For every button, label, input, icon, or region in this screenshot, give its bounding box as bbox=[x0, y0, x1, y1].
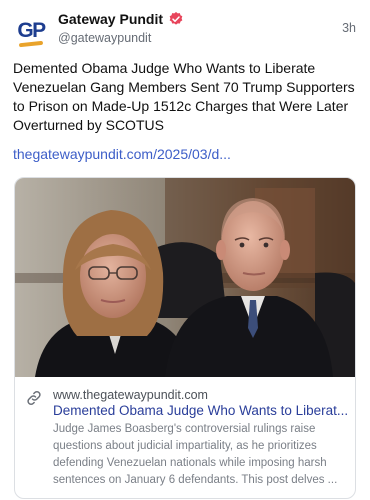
avatar-logo: GP bbox=[17, 18, 46, 47]
author-display-name[interactable]: Gateway Pundit bbox=[58, 11, 163, 27]
card-description: Judge James Boasberg's controversial rul… bbox=[53, 423, 338, 486]
post-timestamp[interactable]: 3h bbox=[342, 21, 356, 35]
verified-badge-icon bbox=[169, 12, 183, 25]
avatar[interactable]: GP bbox=[13, 12, 49, 48]
card-title[interactable]: Demented Obama Judge Who Wants to Libera… bbox=[53, 403, 349, 418]
post-text: Demented Obama Judge Who Wants to Libera… bbox=[13, 60, 355, 133]
card-image bbox=[15, 178, 355, 377]
link-icon bbox=[27, 390, 41, 406]
name-row: Gateway Pundit bbox=[58, 11, 184, 27]
avatar-logo-text: GP bbox=[17, 18, 46, 42]
author-block: Gateway Pundit @gatewaypundit bbox=[58, 11, 184, 45]
author-handle[interactable]: @gatewaypundit bbox=[58, 31, 184, 45]
post[interactable]: GP Gateway Pundit @gatewaypundit 3h Deme… bbox=[0, 0, 370, 500]
card-domain: www.thegatewaypundit.com bbox=[53, 388, 208, 402]
link-preview-card[interactable]: www.thegatewaypundit.com Demented Obama … bbox=[14, 177, 356, 499]
post-link[interactable]: thegatewaypundit.com/2025/03/d... bbox=[13, 146, 231, 162]
